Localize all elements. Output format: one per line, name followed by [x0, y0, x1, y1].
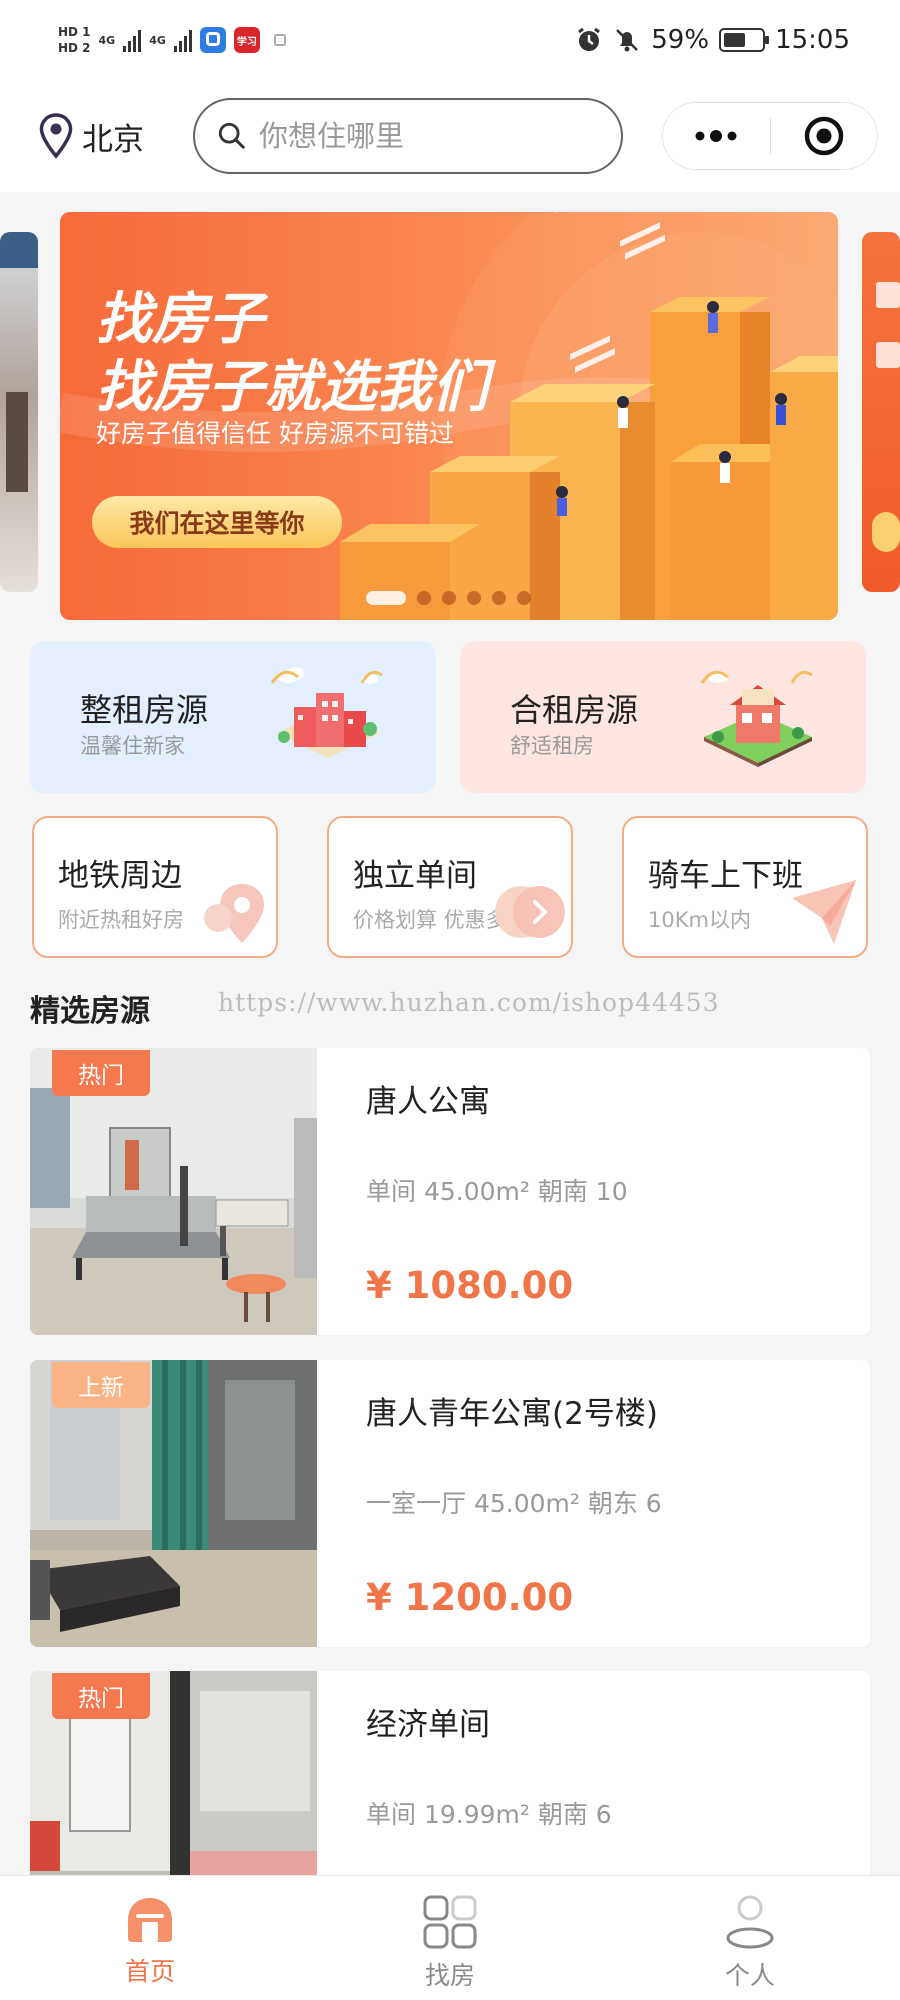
listing-meta: 一室一厅 45.00m² 朝东 6 — [366, 1489, 662, 1518]
listing-title: 经济单间 — [366, 1707, 490, 1743]
house-icon — [700, 670, 813, 767]
carousel-dot[interactable] — [467, 591, 481, 605]
bike-commute-card[interactable]: 骑车上下班 10Km以内 — [622, 816, 868, 958]
featured-section-title: 精选房源 — [30, 994, 150, 1029]
listing-meta: 单间 19.99m² 朝南 6 — [366, 1800, 612, 1829]
small-app-icon — [273, 34, 286, 46]
tab-profile-label: 个人 — [724, 1961, 775, 1990]
status-bar: HD 1 HD 2 4G 4G 学习 59% 15:05 — [0, 0, 900, 80]
banner-subtitle: 好房子值得信任 好房源不可错过 — [96, 419, 454, 448]
single-room-subtitle: 价格划算 优惠多 — [353, 908, 507, 932]
map-pin-icon — [204, 884, 264, 943]
shared-rent-title: 合租房源 — [510, 691, 639, 729]
carousel-dot[interactable] — [442, 591, 456, 605]
more-dots-icon — [695, 130, 737, 142]
net1-label: 4G — [98, 34, 116, 47]
listing-card[interactable]: 上新 唐人青年公寓(2号楼) 一室一厅 45.00m² 朝东 6 ¥ 1200.… — [30, 1360, 870, 1647]
next-slide[interactable] — [862, 232, 900, 592]
net2-label: 4G — [149, 34, 166, 47]
banner-carousel[interactable]: 找房子 找房子就选我们 好房子值得信任 好房源不可错过 我们在这里等你 — [0, 212, 900, 620]
magnifier-icon — [218, 122, 245, 149]
home-icon — [128, 1898, 172, 1942]
battery-percent: 59% — [651, 25, 710, 55]
whole-rent-subtitle: 温馨住新家 — [80, 734, 185, 758]
banner-cta-button[interactable]: 我们在这里等你 — [92, 496, 342, 548]
top-header: 北京 — [0, 80, 900, 192]
new-tag: 上新 — [52, 1362, 150, 1408]
close-miniprogram-button[interactable] — [771, 103, 878, 169]
hot-tag: 热门 — [52, 1673, 150, 1719]
whole-rent-title: 整租房源 — [80, 691, 209, 729]
tab-find-label: 找房 — [424, 1961, 475, 1990]
location-pin-icon — [39, 113, 73, 159]
banner-title-line2: 找房子就选我们 — [96, 355, 488, 420]
hd-indicator: HD 1 HD 2 — [58, 24, 91, 56]
carousel-dot[interactable] — [417, 591, 431, 605]
clock: 15:05 — [775, 25, 850, 55]
listing-title: 唐人青年公寓(2号楼) — [366, 1396, 658, 1432]
tab-find[interactable]: 找房 — [300, 1876, 600, 2000]
subway-nearby-title: 地铁周边 — [58, 858, 182, 894]
city-selector[interactable]: 北京 — [38, 112, 193, 160]
status-left: HD 1 HD 2 4G 4G 学习 — [58, 24, 286, 56]
hot-tag: 热门 — [52, 1050, 150, 1096]
subway-nearby-subtitle: 附近热租好房 — [58, 908, 184, 932]
tab-profile[interactable]: 个人 — [600, 1876, 900, 2000]
listing-price: ¥ 1080.00 — [366, 1264, 574, 1307]
listing-photo[interactable]: 热门 — [30, 1048, 317, 1335]
status-right: 59% 15:05 — [575, 25, 850, 55]
signal-icon-2 — [173, 28, 192, 52]
banner-slide-active[interactable]: 找房子 找房子就选我们 好房子值得信任 好房源不可错过 我们在这里等你 — [60, 212, 838, 620]
subway-nearby-card[interactable]: 地铁周边 附近热租好房 — [32, 816, 278, 958]
listing-price: ¥ 1200.00 — [366, 1576, 574, 1619]
watermark-text: https://www.huzhan.com/ishop44453 — [218, 988, 720, 1017]
battery-level — [724, 33, 746, 47]
listing-photo[interactable]: 上新 — [30, 1360, 317, 1647]
hd1-label: HD 1 — [58, 25, 91, 39]
carousel-dot[interactable] — [366, 591, 406, 605]
carousel-dot[interactable] — [492, 591, 506, 605]
single-room-title: 独立单间 — [353, 858, 477, 894]
prev-slide[interactable] — [0, 232, 38, 592]
carousel-indicator — [366, 591, 531, 605]
whole-rent-card[interactable]: 整租房源 温馨住新家 — [30, 641, 436, 793]
miniprogram-capsule — [662, 102, 878, 170]
bottom-tab-bar: 首页 找房 个人 — [0, 1875, 900, 2000]
notification-app-icon — [199, 27, 226, 53]
person-icon — [726, 1895, 774, 1949]
search-input[interactable] — [259, 119, 599, 153]
study-app-icon: 学习 — [233, 27, 260, 53]
target-close-icon — [804, 116, 843, 156]
battery-icon — [719, 28, 770, 52]
single-room-card[interactable]: 独立单间 价格划算 优惠多 — [327, 816, 573, 958]
listing-title: 唐人公寓 — [366, 1084, 490, 1120]
tab-home[interactable]: 首页 — [0, 1876, 300, 2000]
listing-card[interactable]: 热门 唐人公寓 单间 45.00m² 朝南 10 ¥ 1080.00 — [30, 1048, 870, 1335]
bike-commute-subtitle: 10Km以内 — [648, 908, 751, 932]
carousel-dot[interactable] — [517, 591, 531, 605]
shared-rent-subtitle: 舒适租房 — [510, 734, 594, 758]
grid-icon — [423, 1895, 477, 1949]
alarm-icon — [578, 27, 601, 51]
paper-plane-icon — [792, 880, 856, 944]
listing-meta: 单间 45.00m² 朝南 10 — [366, 1177, 628, 1206]
search-box[interactable] — [193, 98, 623, 174]
shared-rent-card[interactable]: 合租房源 舒适租房 — [460, 641, 866, 793]
bike-commute-title: 骑车上下班 — [648, 858, 803, 894]
more-button[interactable] — [663, 103, 770, 169]
chevron-right-circle-icon — [495, 886, 565, 938]
tab-home-label: 首页 — [124, 1957, 175, 1986]
apartment-building-icon — [270, 667, 383, 758]
signal-icon — [123, 28, 142, 52]
city-label: 北京 — [82, 121, 144, 158]
hd2-label: HD 2 — [58, 41, 91, 55]
mute-bell-icon — [616, 29, 639, 52]
